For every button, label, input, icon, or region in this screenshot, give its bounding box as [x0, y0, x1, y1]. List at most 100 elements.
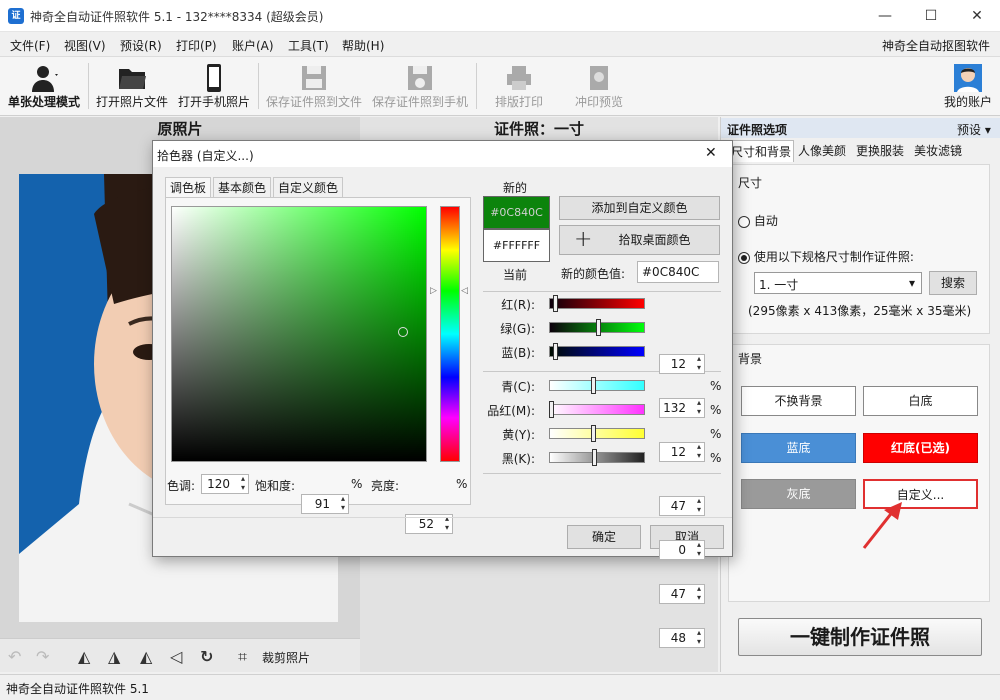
- green-slider-thumb[interactable]: [596, 319, 601, 336]
- red-spinbox[interactable]: 12: [659, 354, 705, 374]
- magenta-label: 品红(M):: [487, 404, 535, 418]
- blue-slider[interactable]: [549, 343, 645, 360]
- color-cursor[interactable]: [398, 327, 408, 337]
- hue-strip[interactable]: [440, 206, 460, 462]
- close-button[interactable]: ✕: [954, 0, 1000, 32]
- tab-size-background[interactable]: 尺寸和背景: [728, 140, 795, 162]
- blue-background-button[interactable]: 蓝底: [741, 433, 856, 463]
- hue-pointer-right[interactable]: ◁: [461, 286, 468, 296]
- brand-link[interactable]: 神奇全自动抠图软件: [882, 37, 990, 54]
- open-phone-button[interactable]: 打开手机照片: [174, 57, 254, 115]
- tab-beauty[interactable]: 人像美颜: [796, 140, 848, 162]
- flip-vertical-icon[interactable]: ◁: [170, 647, 182, 666]
- tab-clothing[interactable]: 更换服装: [854, 140, 906, 162]
- new-value-input[interactable]: #0C840C: [637, 261, 719, 283]
- cyan-slider[interactable]: [549, 377, 645, 394]
- size-select-value: 1. 一寸: [759, 278, 799, 292]
- menu-print[interactable]: 打印(P): [176, 37, 217, 54]
- auto-radio[interactable]: 自动: [738, 212, 778, 229]
- pick-screen-color-button[interactable]: + 拾取桌面颜色: [559, 225, 720, 255]
- green-slider[interactable]: [549, 319, 645, 336]
- custom-size-radio[interactable]: 使用以下规格尺寸制作证件照:: [738, 248, 914, 265]
- make-id-photo-button[interactable]: 一键制作证件照: [738, 618, 982, 656]
- luminance-unit: %: [456, 477, 468, 491]
- cyan-spinbox[interactable]: 47: [659, 496, 705, 516]
- preset-dropdown[interactable]: 预设 ▾: [957, 121, 991, 138]
- tab-custom-colors[interactable]: 自定义颜色: [273, 177, 344, 197]
- black-slider[interactable]: [549, 449, 645, 466]
- black-spinbox[interactable]: 48: [659, 628, 705, 648]
- yellow-spinbox[interactable]: 47: [659, 584, 705, 604]
- undo-icon[interactable]: ↶: [8, 647, 21, 666]
- blue-spinbox[interactable]: 12: [659, 442, 705, 462]
- print-preview-button[interactable]: 冲印预览: [564, 57, 634, 115]
- refresh-icon[interactable]: ↻: [200, 647, 213, 666]
- magenta-slider[interactable]: [549, 401, 645, 418]
- no-change-background-button[interactable]: 不换背景: [741, 386, 856, 416]
- single-mode-label: 单张处理模式: [7, 95, 80, 109]
- green-label: 绿(G):: [500, 322, 535, 336]
- open-file-label: 打开照片文件: [95, 95, 168, 109]
- saturation-spinbox[interactable]: 91: [301, 494, 349, 514]
- toolbar-separator: [88, 63, 89, 109]
- hue-pointer-left[interactable]: ▷: [430, 286, 437, 296]
- save-file-button[interactable]: 保存证件照到文件: [262, 57, 366, 115]
- print-preview-label: 冲印预览: [574, 95, 623, 109]
- result-title: 证件照：一寸: [493, 120, 584, 138]
- single-mode-button[interactable]: 单张处理模式: [2, 57, 86, 115]
- tab-palette[interactable]: 调色板: [165, 177, 212, 198]
- open-file-button[interactable]: 打开照片文件: [92, 57, 172, 115]
- rotate-right-icon[interactable]: ◮: [108, 647, 120, 666]
- menu-help[interactable]: 帮助(H): [342, 37, 384, 54]
- dialog-close-button[interactable]: ✕: [705, 145, 717, 161]
- crop-icon[interactable]: ⌗: [238, 647, 247, 667]
- blue-slider-thumb[interactable]: [553, 343, 558, 360]
- current-color-label: 当前: [503, 268, 528, 282]
- save-phone-icon: [408, 66, 432, 90]
- redo-icon[interactable]: ↷: [36, 647, 49, 666]
- menu-view[interactable]: 视图(V): [64, 37, 106, 54]
- account-button[interactable]: 我的账户: [938, 57, 998, 115]
- yellow-label: 黄(Y):: [502, 428, 535, 442]
- maximize-button[interactable]: ☐: [908, 0, 954, 32]
- white-background-button[interactable]: 白底: [863, 386, 978, 416]
- status-bar: 神奇全自动证件照软件 5.1: [0, 674, 1000, 700]
- preview-icon: [590, 66, 608, 90]
- menu-tools[interactable]: 工具(T): [288, 37, 329, 54]
- gray-background-button[interactable]: 灰底: [741, 479, 856, 509]
- minimize-button[interactable]: —: [862, 0, 908, 32]
- magenta-unit: %: [710, 403, 722, 417]
- menu-file[interactable]: 文件(F): [10, 37, 50, 54]
- red-slider[interactable]: [549, 295, 645, 312]
- yellow-slider-thumb[interactable]: [591, 425, 596, 442]
- tab-makeup[interactable]: 美妆滤镜: [912, 140, 964, 162]
- save-phone-button[interactable]: 保存证件照到手机: [368, 57, 472, 115]
- magenta-spinbox[interactable]: 0: [659, 540, 705, 560]
- hue-spinbox[interactable]: 120: [201, 474, 249, 494]
- save-icon: [302, 66, 326, 90]
- ok-button[interactable]: 确定: [567, 525, 641, 549]
- menu-preset[interactable]: 预设(R): [120, 37, 162, 54]
- magenta-slider-thumb[interactable]: [549, 401, 554, 418]
- flip-horizontal-icon[interactable]: ◭: [140, 647, 152, 666]
- cyan-slider-thumb[interactable]: [591, 377, 596, 394]
- red-background-button[interactable]: 红底(已选): [863, 433, 978, 463]
- green-spinbox[interactable]: 132: [659, 398, 705, 418]
- size-select[interactable]: 1. 一寸 ▾: [754, 272, 922, 294]
- rotate-left-icon[interactable]: ◭: [78, 647, 90, 666]
- layout-print-label: 排版打印: [494, 95, 543, 109]
- menu-account[interactable]: 账户(A): [232, 37, 274, 54]
- tab-basic-colors[interactable]: 基本颜色: [213, 177, 272, 197]
- yellow-slider[interactable]: [549, 425, 645, 442]
- custom-size-label: 使用以下规格尺寸制作证件照:: [753, 250, 914, 264]
- saturation-lightness-field[interactable]: [171, 206, 427, 462]
- red-slider-thumb[interactable]: [553, 295, 558, 312]
- color-picker-dialog: 拾色器 (自定义...) ✕ 调色板 基本颜色 自定义颜色 ▷ ◁ 色调: 12…: [152, 140, 733, 648]
- black-slider-thumb[interactable]: [592, 449, 597, 466]
- add-custom-color-button[interactable]: 添加到自定义颜色: [559, 196, 720, 220]
- layout-print-button[interactable]: 排版打印: [484, 57, 554, 115]
- toolbar-separator: [476, 63, 477, 109]
- crop-button[interactable]: 裁剪照片: [262, 649, 310, 666]
- radio-circle: [738, 215, 750, 228]
- search-button[interactable]: 搜索: [929, 271, 977, 295]
